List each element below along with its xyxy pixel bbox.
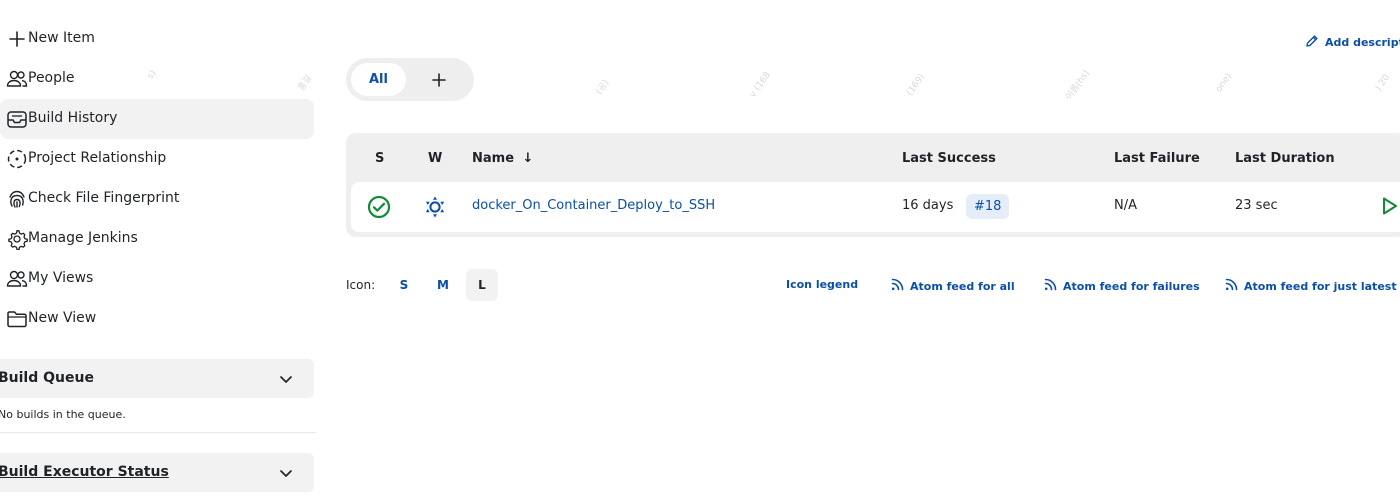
- atom-feed-all-link[interactable]: Atom feed for all: [891, 278, 1015, 294]
- add-description-label: Add description: [1325, 36, 1400, 49]
- add-view-icon[interactable]: [430, 71, 448, 89]
- fingerprint-icon: [6, 188, 28, 210]
- last-duration-value: 23 sec: [1235, 198, 1278, 213]
- build-queue-empty-text: No builds in the queue.: [0, 408, 126, 421]
- column-header-last-duration[interactable]: Last Duration: [1235, 151, 1335, 166]
- atom-feed-latest-label: Atom feed for just latest builds: [1244, 279, 1400, 293]
- sidebar-item-label: New Item: [28, 30, 95, 46]
- sidebar-item-label: People: [28, 70, 75, 86]
- atom-feed-latest-link[interactable]: Atom feed for just latest builds: [1225, 278, 1400, 294]
- build-queue-header[interactable]: Build Queue: [0, 359, 314, 398]
- column-header-weather[interactable]: W: [428, 151, 442, 166]
- sidebar-item-build-history[interactable]: Build History: [0, 99, 314, 139]
- rss-icon: [891, 278, 904, 294]
- projects-table: S W Name ↓ Last Success Last Failure Las…: [346, 133, 1400, 237]
- sidebar-item-manage-jenkins[interactable]: Manage Jenkins: [0, 219, 314, 259]
- job-link[interactable]: docker_On_Container_Deploy_to_SSH: [472, 198, 715, 213]
- sidebar-item-project-relationship[interactable]: Project Relationship: [0, 139, 314, 179]
- atom-feed-all-label: Atom feed for all: [910, 279, 1015, 293]
- atom-feed-failures-label: Atom feed for failures: [1063, 279, 1200, 293]
- column-header-status[interactable]: S: [375, 151, 384, 166]
- atom-feed-failures-link[interactable]: Atom feed for failures: [1044, 278, 1200, 294]
- icon-legend-label: Icon legend: [786, 278, 859, 291]
- executor-status-header[interactable]: Build Executor Status: [0, 453, 314, 492]
- plus-icon: [6, 28, 28, 50]
- sidebar-item-label: Manage Jenkins: [28, 230, 138, 246]
- chevron-down-icon[interactable]: [278, 371, 294, 387]
- people-icon: [6, 268, 28, 290]
- tab-all[interactable]: All: [351, 63, 406, 96]
- sidebar-item-label: Build History: [28, 110, 118, 126]
- icon-size-small-button[interactable]: S: [388, 269, 420, 301]
- sidebar-item-label: Project Relationship: [28, 150, 167, 166]
- column-header-name[interactable]: Name ↓: [472, 151, 533, 166]
- people-icon: [6, 68, 28, 90]
- divider: [0, 432, 316, 433]
- rss-icon: [1225, 278, 1238, 294]
- add-description-link[interactable]: Add description: [1305, 34, 1400, 51]
- last-failure-value: N/A: [1114, 198, 1137, 213]
- gear-icon: [6, 228, 28, 250]
- sidebar-item-new-item[interactable]: New Item: [0, 19, 314, 59]
- sunny-weather-icon: [423, 195, 447, 223]
- last-success-time: 16 days: [902, 198, 954, 213]
- icon-size-large-button[interactable]: L: [466, 269, 498, 301]
- sidebar-item-new-view[interactable]: New View: [0, 299, 314, 339]
- icon-size-medium-button[interactable]: M: [427, 269, 459, 301]
- column-header-name-label: Name: [472, 151, 515, 166]
- schedule-build-play-icon[interactable]: [1379, 196, 1399, 220]
- success-status-icon: [367, 195, 391, 223]
- sidebar-item-label: Check File Fingerprint: [28, 190, 180, 206]
- column-header-last-failure[interactable]: Last Failure: [1114, 151, 1200, 166]
- sort-arrow-icon: ↓: [522, 151, 534, 166]
- chevron-down-icon[interactable]: [278, 465, 294, 481]
- view-tabs: All: [346, 58, 474, 101]
- sidebar-item-label: My Views: [28, 270, 94, 286]
- rss-icon: [1044, 278, 1057, 294]
- table-row: docker_On_Container_Deploy_to_SSH 16 day…: [351, 182, 1400, 232]
- inbox-icon: [6, 108, 28, 130]
- sidebar-item-my-views[interactable]: My Views: [0, 259, 314, 299]
- last-success-build-link[interactable]: #18: [966, 194, 1010, 219]
- relationship-icon: [6, 148, 28, 170]
- icon-legend-link[interactable]: Icon legend: [786, 278, 858, 291]
- folder-icon: [6, 308, 28, 330]
- pencil-icon: [1305, 34, 1319, 51]
- executor-status-title[interactable]: Build Executor Status: [0, 464, 169, 480]
- icon-size-label: Icon:: [346, 278, 376, 292]
- sidebar-item-label: New View: [28, 310, 97, 326]
- column-header-last-success[interactable]: Last Success: [902, 151, 996, 166]
- build-queue-title: Build Queue: [0, 370, 94, 386]
- sidebar-item-people[interactable]: People: [0, 59, 314, 99]
- sidebar-item-check-file-fingerprint[interactable]: Check File Fingerprint: [0, 179, 314, 219]
